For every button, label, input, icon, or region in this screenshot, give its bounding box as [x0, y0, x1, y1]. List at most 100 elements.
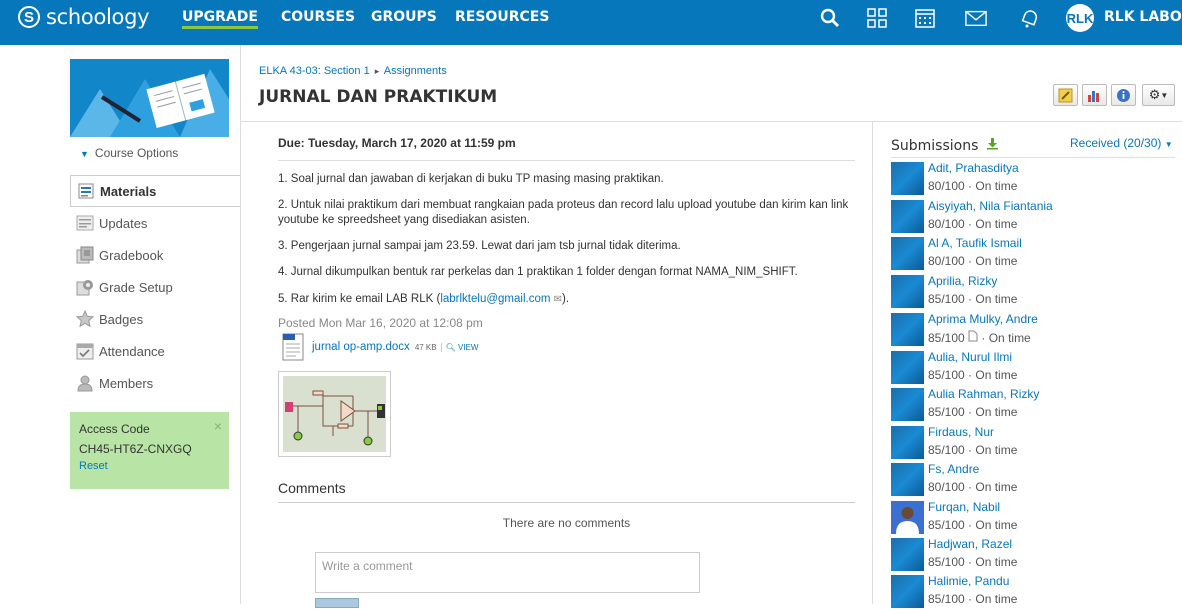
schoology-logo[interactable]: S schoology: [18, 5, 150, 29]
student-name-link[interactable]: Furqan, Nabil: [928, 500, 1000, 514]
submission-row[interactable]: Aulia Rahman, Rizky 85/100 · On time: [891, 387, 1175, 423]
instruction-item-4: 4. Jurnal dikumpulkan bentuk rar perkela…: [278, 266, 798, 278]
notifications-bell-icon[interactable]: [1019, 7, 1041, 29]
student-name-link[interactable]: Hadjwan, Razel: [928, 537, 1012, 551]
breadcrumb-separator-icon: ▸: [374, 66, 380, 76]
no-comments-text: There are no comments: [502, 516, 631, 530]
messages-envelope-icon[interactable]: [965, 7, 987, 29]
student-name-link[interactable]: Al A, Taufik Ismail: [928, 236, 1022, 250]
grade-setup-icon: [76, 280, 93, 296]
attendance-icon: [76, 343, 94, 360]
nav-courses[interactable]: COURSES: [281, 9, 355, 25]
statistics-toolbar-button[interactable]: [1082, 84, 1107, 106]
user-avatar[interactable]: RLK: [1066, 4, 1094, 32]
menu-item-badges[interactable]: Badges: [70, 303, 240, 335]
menu-label: Materials: [100, 183, 157, 199]
menu-label: Gradebook: [99, 247, 164, 263]
gear-icon: ⚙: [1148, 87, 1161, 102]
item5-text: 5. Rar kirim ke email LAB RLK (: [278, 293, 441, 305]
nav-groups[interactable]: GROUPS: [371, 9, 437, 25]
menu-label: Members: [99, 375, 154, 391]
submission-row[interactable]: Halimie, Pandu 85/100 · On time: [891, 574, 1175, 610]
instruction-item-5: 5. Rar kirim ke email LAB RLK (labrlktel…: [278, 292, 858, 307]
submission-row[interactable]: Aisyiyah, Nila Fiantania 80/100 · On time: [891, 199, 1175, 235]
members-person-icon: [77, 375, 93, 392]
caret-down-icon: ▼: [80, 149, 89, 159]
student-name-link[interactable]: Aisyiyah, Nila Fiantania: [928, 199, 1053, 213]
comments-heading: Comments: [278, 480, 855, 503]
submission-row[interactable]: Aulia, Nurul Ilmi 85/100 · On time: [891, 350, 1175, 386]
left-sidebar: ▼ Course Options Materials Updates Gradeb…: [0, 45, 240, 604]
page-title: JURNAL DAN PRAKTIKUM: [259, 87, 498, 107]
access-code-label: Access Code: [79, 422, 150, 436]
access-code-value: CH45-HT6Z-CNXGQ: [79, 442, 192, 456]
logo-text: schoology: [46, 5, 150, 29]
attachment-file-link[interactable]: jurnal op-amp.docx: [312, 341, 410, 353]
info-toolbar-button[interactable]: [1111, 84, 1136, 106]
menu-item-updates[interactable]: Updates: [70, 207, 240, 239]
apps-grid-icon[interactable]: [866, 7, 888, 29]
reset-link[interactable]: Reset: [79, 460, 220, 472]
submission-row[interactable]: Firdaus, Nur 85/100 · On time: [891, 425, 1175, 461]
submission-row[interactable]: Al A, Taufik Ismail 80/100 · On time: [891, 236, 1175, 272]
instruction-item-1: 1. Soal jurnal dan jawaban di kerjakan d…: [278, 173, 664, 185]
student-name-link[interactable]: Fs, Andre: [928, 462, 979, 476]
student-photo: [891, 501, 924, 534]
submission-row[interactable]: Fs, Andre 80/100 · On time: [891, 462, 1175, 498]
user-name[interactable]: RLK LABORA: [1104, 9, 1182, 25]
breadcrumb-assignments-link[interactable]: Assignments: [384, 65, 447, 77]
comment-input[interactable]: Write a comment: [315, 552, 700, 593]
submission-row[interactable]: Hadjwan, Razel 85/100 · On time: [891, 537, 1175, 573]
badge-star-icon: [76, 310, 94, 328]
close-icon[interactable]: ×: [214, 418, 222, 434]
access-code-panel: × Access Code CH45-HT6Z-CNXGQ Reset: [70, 412, 229, 489]
nav-resources[interactable]: RESOURCES: [455, 9, 549, 25]
post-comment-button[interactable]: [315, 598, 359, 608]
submissions-panel: Submissions Received (20/30) ▼ Adit, Pra…: [874, 122, 1182, 608]
submission-row[interactable]: Adit, Prahasditya 80/100 · On time: [891, 161, 1175, 197]
student-name-link[interactable]: Halimie, Pandu: [928, 574, 1009, 588]
submission-grade: 85/100 · On time: [928, 443, 1018, 457]
student-name-link[interactable]: Aprilia, Rizky: [928, 274, 997, 288]
menu-item-grade-setup[interactable]: Grade Setup: [70, 271, 240, 303]
top-navigation-bar: S schoology UPGRADE COURSES GROUPS RESOU…: [0, 0, 1182, 45]
menu-item-members[interactable]: Members: [70, 367, 240, 399]
submission-grade: 85/100 · On time: [928, 555, 1018, 569]
student-name-link[interactable]: Aulia Rahman, Rizky: [928, 387, 1039, 401]
menu-item-materials[interactable]: Materials: [70, 175, 240, 207]
circuit-image-thumbnail[interactable]: [278, 371, 391, 457]
course-options-label: Course Options: [94, 146, 179, 160]
student-avatar: [891, 351, 924, 384]
calendar-icon[interactable]: [914, 7, 936, 29]
submission-row[interactable]: Furqan, Nabil 85/100 · On time: [891, 500, 1175, 536]
student-name-link[interactable]: Firdaus, Nur: [928, 425, 994, 439]
menu-item-gradebook[interactable]: Gradebook: [70, 239, 240, 271]
edit-toolbar-button[interactable]: [1053, 84, 1078, 106]
item5-suffix: ).: [562, 293, 570, 305]
chevron-down-icon: ▼: [1160, 90, 1169, 100]
settings-gear-button[interactable]: ⚙ ▼: [1142, 84, 1175, 106]
menu-item-attendance[interactable]: Attendance: [70, 335, 240, 367]
download-icon[interactable]: [986, 137, 999, 150]
bar-chart-icon: [1088, 90, 1099, 102]
received-count: Received (20/30): [1070, 136, 1162, 150]
student-name-link[interactable]: Aprima Mulky, Andre: [928, 312, 1038, 326]
submission-grade: 80/100 · On time: [928, 254, 1018, 268]
breadcrumb-course-link[interactable]: ELKA 43-03: Section 1: [259, 65, 370, 77]
submission-row[interactable]: Aprima Mulky, Andre 85/100 · On time: [891, 312, 1175, 348]
submission-row[interactable]: Aprilia, Rizky 85/100 · On time: [891, 274, 1175, 310]
student-avatar: [891, 200, 924, 233]
received-filter-dropdown[interactable]: Received (20/30) ▼: [1070, 136, 1173, 150]
nav-upgrade[interactable]: UPGRADE: [182, 9, 258, 29]
student-name-link[interactable]: Aulia, Nurul Ilmi: [928, 350, 1012, 364]
search-icon[interactable]: [819, 7, 841, 29]
course-options-toggle[interactable]: ▼ Course Options: [80, 146, 178, 160]
attachment-view-link[interactable]: 🔍︎ VIEW: [440, 342, 478, 352]
submission-grade: 80/100 · On time: [928, 217, 1018, 231]
document-icon[interactable]: [968, 330, 978, 342]
updates-icon: [76, 215, 94, 231]
assignment-main-content: Due: Tuesday, March 17, 2020 at 11:59 pm…: [240, 122, 873, 608]
chevron-down-icon: ▼: [1164, 140, 1173, 149]
email-link[interactable]: labrlktelu@gmail.com: [440, 293, 550, 305]
student-name-link[interactable]: Adit, Prahasditya: [928, 161, 1019, 175]
